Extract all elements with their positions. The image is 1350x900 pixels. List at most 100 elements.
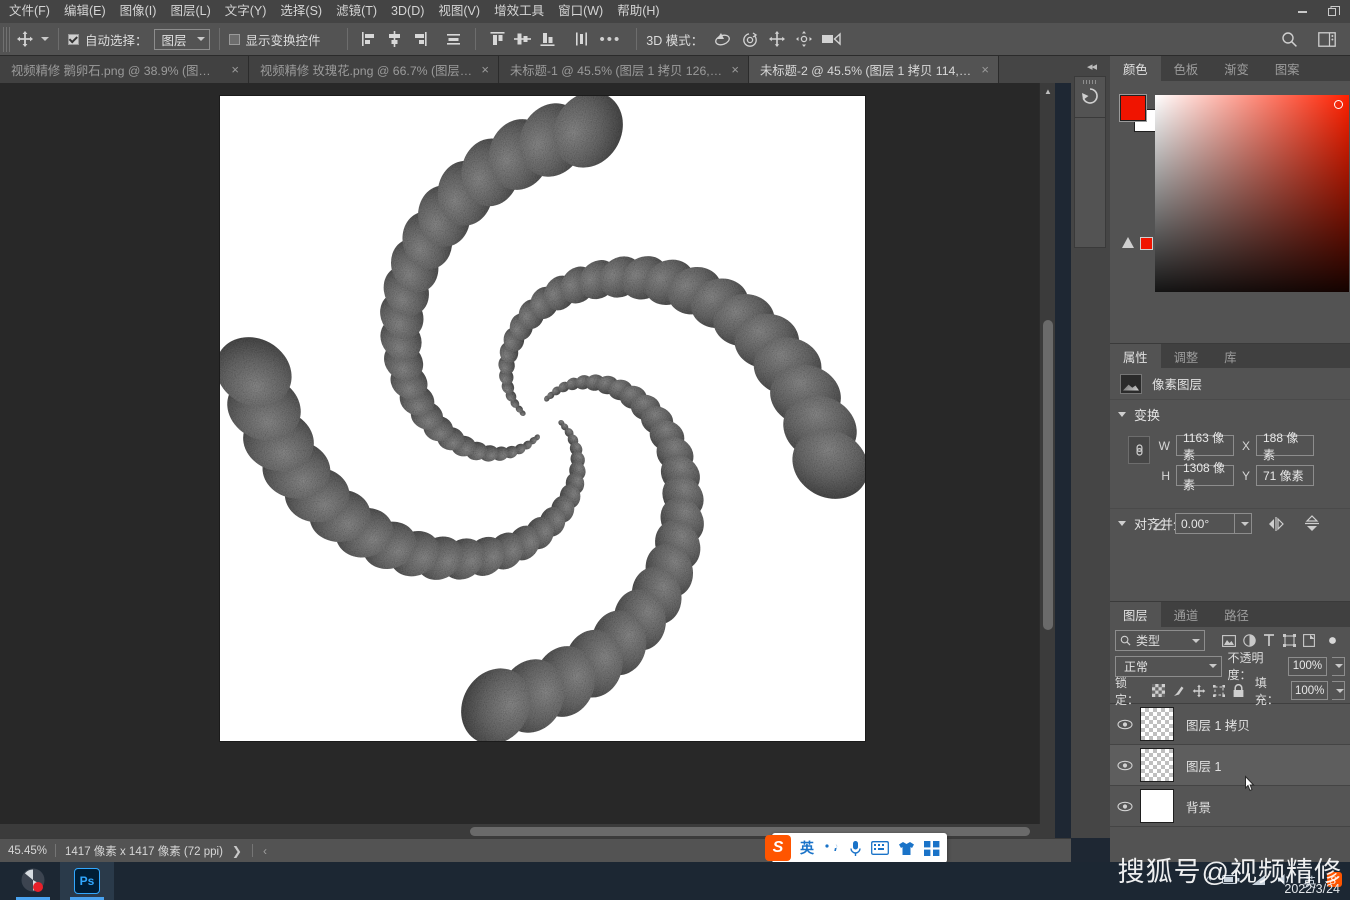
microphone-icon[interactable]	[849, 840, 862, 857]
tab-adjustments[interactable]: 调整	[1161, 344, 1212, 369]
align-left-button[interactable]	[357, 27, 382, 51]
more-options-button[interactable]: •••	[594, 31, 628, 48]
layer-visibility-toggle[interactable]	[1110, 760, 1140, 771]
lock-position-icon[interactable]	[1191, 682, 1207, 700]
scroll-up-icon[interactable]: ▲	[1040, 83, 1056, 99]
filter-type-icon[interactable]	[1259, 631, 1279, 651]
workspace-button[interactable]	[1314, 28, 1340, 52]
color-picker-marker[interactable]	[1334, 100, 1343, 109]
x-input[interactable]: 188 像素	[1256, 431, 1314, 462]
link-dimensions-icon[interactable]	[1128, 436, 1150, 464]
menu-item-layer[interactable]: 图层(L)	[163, 1, 217, 22]
taskbar-item-obs[interactable]	[6, 862, 60, 900]
orbit-3d-icon[interactable]	[709, 27, 736, 51]
opacity-input[interactable]: 100%	[1287, 656, 1327, 676]
fill-dropdown[interactable]	[1332, 681, 1345, 700]
angle-dropdown[interactable]	[1235, 513, 1252, 534]
tab-libraries[interactable]: 库	[1211, 344, 1249, 369]
scrollbar-thumb[interactable]	[1043, 320, 1053, 630]
layer-thumbnail[interactable]	[1140, 748, 1174, 782]
layer-thumbnail[interactable]	[1140, 789, 1174, 823]
toolbox-icon[interactable]	[924, 840, 940, 856]
menu-item-3d[interactable]: 3D(D)	[384, 1, 431, 22]
menu-item-type[interactable]: 文字(Y)	[218, 1, 274, 22]
align-bottom-button[interactable]	[535, 27, 560, 51]
document-tab-3[interactable]: 未标题-1 @ 45.5% (图层 1 拷贝 126, R... ×	[499, 56, 749, 83]
canvas-area[interactable]: ▲ ▼	[0, 83, 1055, 838]
lock-all-icon[interactable]	[1231, 682, 1247, 700]
canvas-vertical-scrollbar[interactable]: ▲ ▼	[1039, 83, 1055, 838]
height-input[interactable]: 1308 像素	[1176, 461, 1234, 492]
layer-name[interactable]: 背景	[1186, 797, 1211, 816]
align-center-horizontal-button[interactable]	[382, 27, 407, 51]
taskbar-item-photoshop[interactable]: Ps	[60, 862, 114, 900]
skin-icon[interactable]	[898, 841, 915, 856]
layer-visibility-toggle[interactable]	[1110, 719, 1140, 730]
document-tab-4[interactable]: 未标题-2 @ 45.5% (图层 1 拷贝 114, RGB/8) * ×	[749, 56, 999, 83]
lock-image-icon[interactable]	[1171, 682, 1187, 700]
opacity-dropdown[interactable]	[1331, 656, 1345, 676]
layer-row[interactable]: 图层 1	[1110, 745, 1350, 786]
auto-select-kind-dropdown[interactable]: 图层	[153, 28, 210, 50]
foreground-color-swatch[interactable]	[1119, 94, 1147, 122]
tab-paths[interactable]: 路径	[1211, 602, 1262, 627]
layer-name[interactable]: 图层 1 拷贝	[1186, 715, 1250, 734]
auto-select-checkbox[interactable]	[68, 33, 79, 45]
align-right-button[interactable]	[407, 27, 432, 51]
close-icon[interactable]: ×	[981, 63, 989, 76]
menu-item-view[interactable]: 视图(V)	[431, 1, 487, 22]
sogou-logo-icon[interactable]: S	[765, 835, 791, 861]
gamut-warning-icon[interactable]	[1122, 237, 1134, 248]
filter-adjustment-icon[interactable]	[1239, 631, 1259, 651]
web-safe-color-swatch[interactable]	[1140, 237, 1153, 250]
close-icon[interactable]: ×	[481, 63, 489, 76]
tool-preset-chevron-down-icon[interactable]	[41, 37, 49, 41]
tab-channels[interactable]: 通道	[1161, 602, 1212, 627]
move-tool-icon[interactable]	[12, 27, 38, 51]
transform-section-header[interactable]: 变换	[1110, 400, 1350, 428]
distribute-horizontal-button[interactable]	[441, 27, 466, 51]
color-ramp[interactable]	[1155, 95, 1349, 292]
options-bar-grip[interactable]	[3, 26, 12, 52]
lock-transparent-icon[interactable]	[1151, 682, 1167, 700]
filter-pixel-icon[interactable]	[1219, 631, 1239, 651]
ime-mode-label[interactable]: 英	[800, 838, 814, 858]
menu-item-plugins[interactable]: 增效工具	[487, 1, 551, 22]
document-tab-2[interactable]: 视频精修 玫瑰花.png @ 66.7% (图层 1,... ×	[249, 56, 499, 83]
filter-toggle-icon[interactable]	[1319, 631, 1339, 651]
fill-input[interactable]: 100%	[1290, 681, 1329, 700]
sogou-ime-toolbar[interactable]: S 英	[765, 833, 947, 863]
menu-item-image[interactable]: 图像(I)	[113, 1, 164, 22]
tab-color[interactable]: 颜色	[1110, 56, 1161, 81]
menu-item-edit[interactable]: 编辑(E)	[57, 1, 113, 22]
minimize-button[interactable]	[1286, 0, 1318, 23]
align-middle-vertical-button[interactable]	[510, 27, 535, 51]
search-button[interactable]	[1276, 28, 1302, 52]
layer-filter-kind-dropdown[interactable]: 类型	[1115, 630, 1205, 651]
artboard[interactable]	[220, 96, 865, 741]
pan-3d-icon[interactable]	[763, 27, 790, 51]
document-tab-1[interactable]: 视频精修 鹅卵石.png @ 38.9% (图层 3,... ×	[0, 56, 249, 83]
chevron-right-icon[interactable]: ❯	[232, 844, 242, 858]
align-top-button[interactable]	[485, 27, 510, 51]
menu-item-window[interactable]: 窗口(W)	[551, 1, 610, 22]
flip-vertical-button[interactable]	[1300, 514, 1324, 534]
zoom-level[interactable]: 45.45%	[0, 845, 55, 857]
roll-3d-icon[interactable]	[736, 27, 763, 51]
close-icon[interactable]: ×	[231, 63, 239, 76]
tab-gradients[interactable]: 渐变	[1211, 56, 1262, 81]
angle-input[interactable]: 0.00°	[1175, 513, 1235, 534]
menu-item-help[interactable]: 帮助(H)	[610, 1, 666, 22]
restore-button[interactable]	[1318, 0, 1350, 23]
chevron-left-icon[interactable]: ‹	[263, 844, 267, 858]
collapse-panels-icon[interactable]: ◂◂	[1087, 60, 1097, 73]
layer-thumbnail[interactable]	[1140, 707, 1174, 741]
layer-visibility-toggle[interactable]	[1110, 801, 1140, 812]
width-input[interactable]: 1163 像素	[1176, 431, 1234, 462]
menu-item-file[interactable]: 文件(F)	[2, 1, 57, 22]
filter-smart-icon[interactable]	[1299, 631, 1319, 651]
tab-properties[interactable]: 属性	[1110, 344, 1161, 369]
punctuation-icon[interactable]	[823, 841, 840, 856]
lock-artboard-icon[interactable]	[1211, 682, 1227, 700]
layer-row[interactable]: 背景	[1110, 786, 1350, 827]
